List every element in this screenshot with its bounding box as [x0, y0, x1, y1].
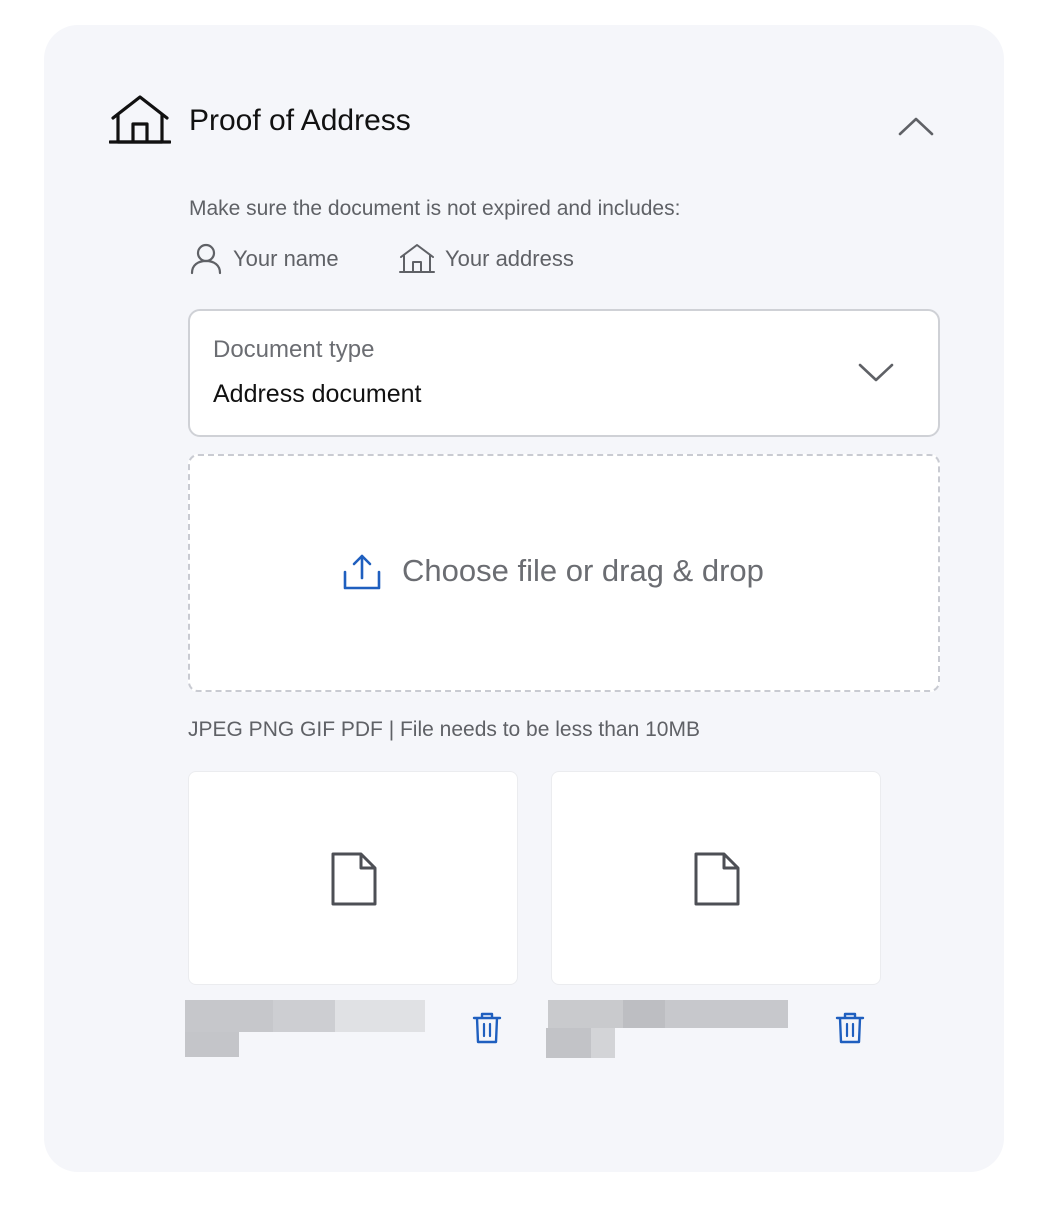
house-icon — [399, 244, 435, 273]
user-icon — [190, 243, 222, 275]
document-icon — [331, 852, 377, 906]
requirement-label: Your name — [233, 246, 339, 271]
section-title: Proof of Address — [189, 104, 411, 137]
requirement-label: Your address — [445, 246, 574, 271]
trash-icon[interactable] — [835, 1011, 865, 1045]
file-requirements-note: JPEG PNG GIF PDF | File needs to be less… — [188, 718, 700, 741]
requirement-name: Your name — [189, 242, 339, 276]
upload-icon — [343, 554, 381, 590]
trash-icon[interactable] — [472, 1011, 502, 1045]
requirements-hint: Make sure the document is not expired an… — [189, 197, 681, 220]
uploaded-file-preview[interactable] — [188, 771, 518, 985]
dropzone-label: Choose file or drag & drop — [402, 553, 764, 588]
document-type-label: Document type — [213, 336, 375, 363]
uploaded-file-preview[interactable] — [551, 771, 881, 985]
chevron-down-icon — [858, 363, 894, 382]
house-icon — [109, 95, 171, 144]
chevron-up-icon — [898, 117, 934, 136]
document-type-select[interactable]: Document type Address document — [188, 309, 940, 437]
file-dropzone[interactable]: Choose file or drag & drop — [188, 454, 940, 692]
requirement-address: Your address — [399, 242, 574, 276]
document-type-value: Address document — [213, 380, 422, 408]
document-icon — [694, 852, 740, 906]
collapse-button[interactable] — [888, 106, 944, 146]
